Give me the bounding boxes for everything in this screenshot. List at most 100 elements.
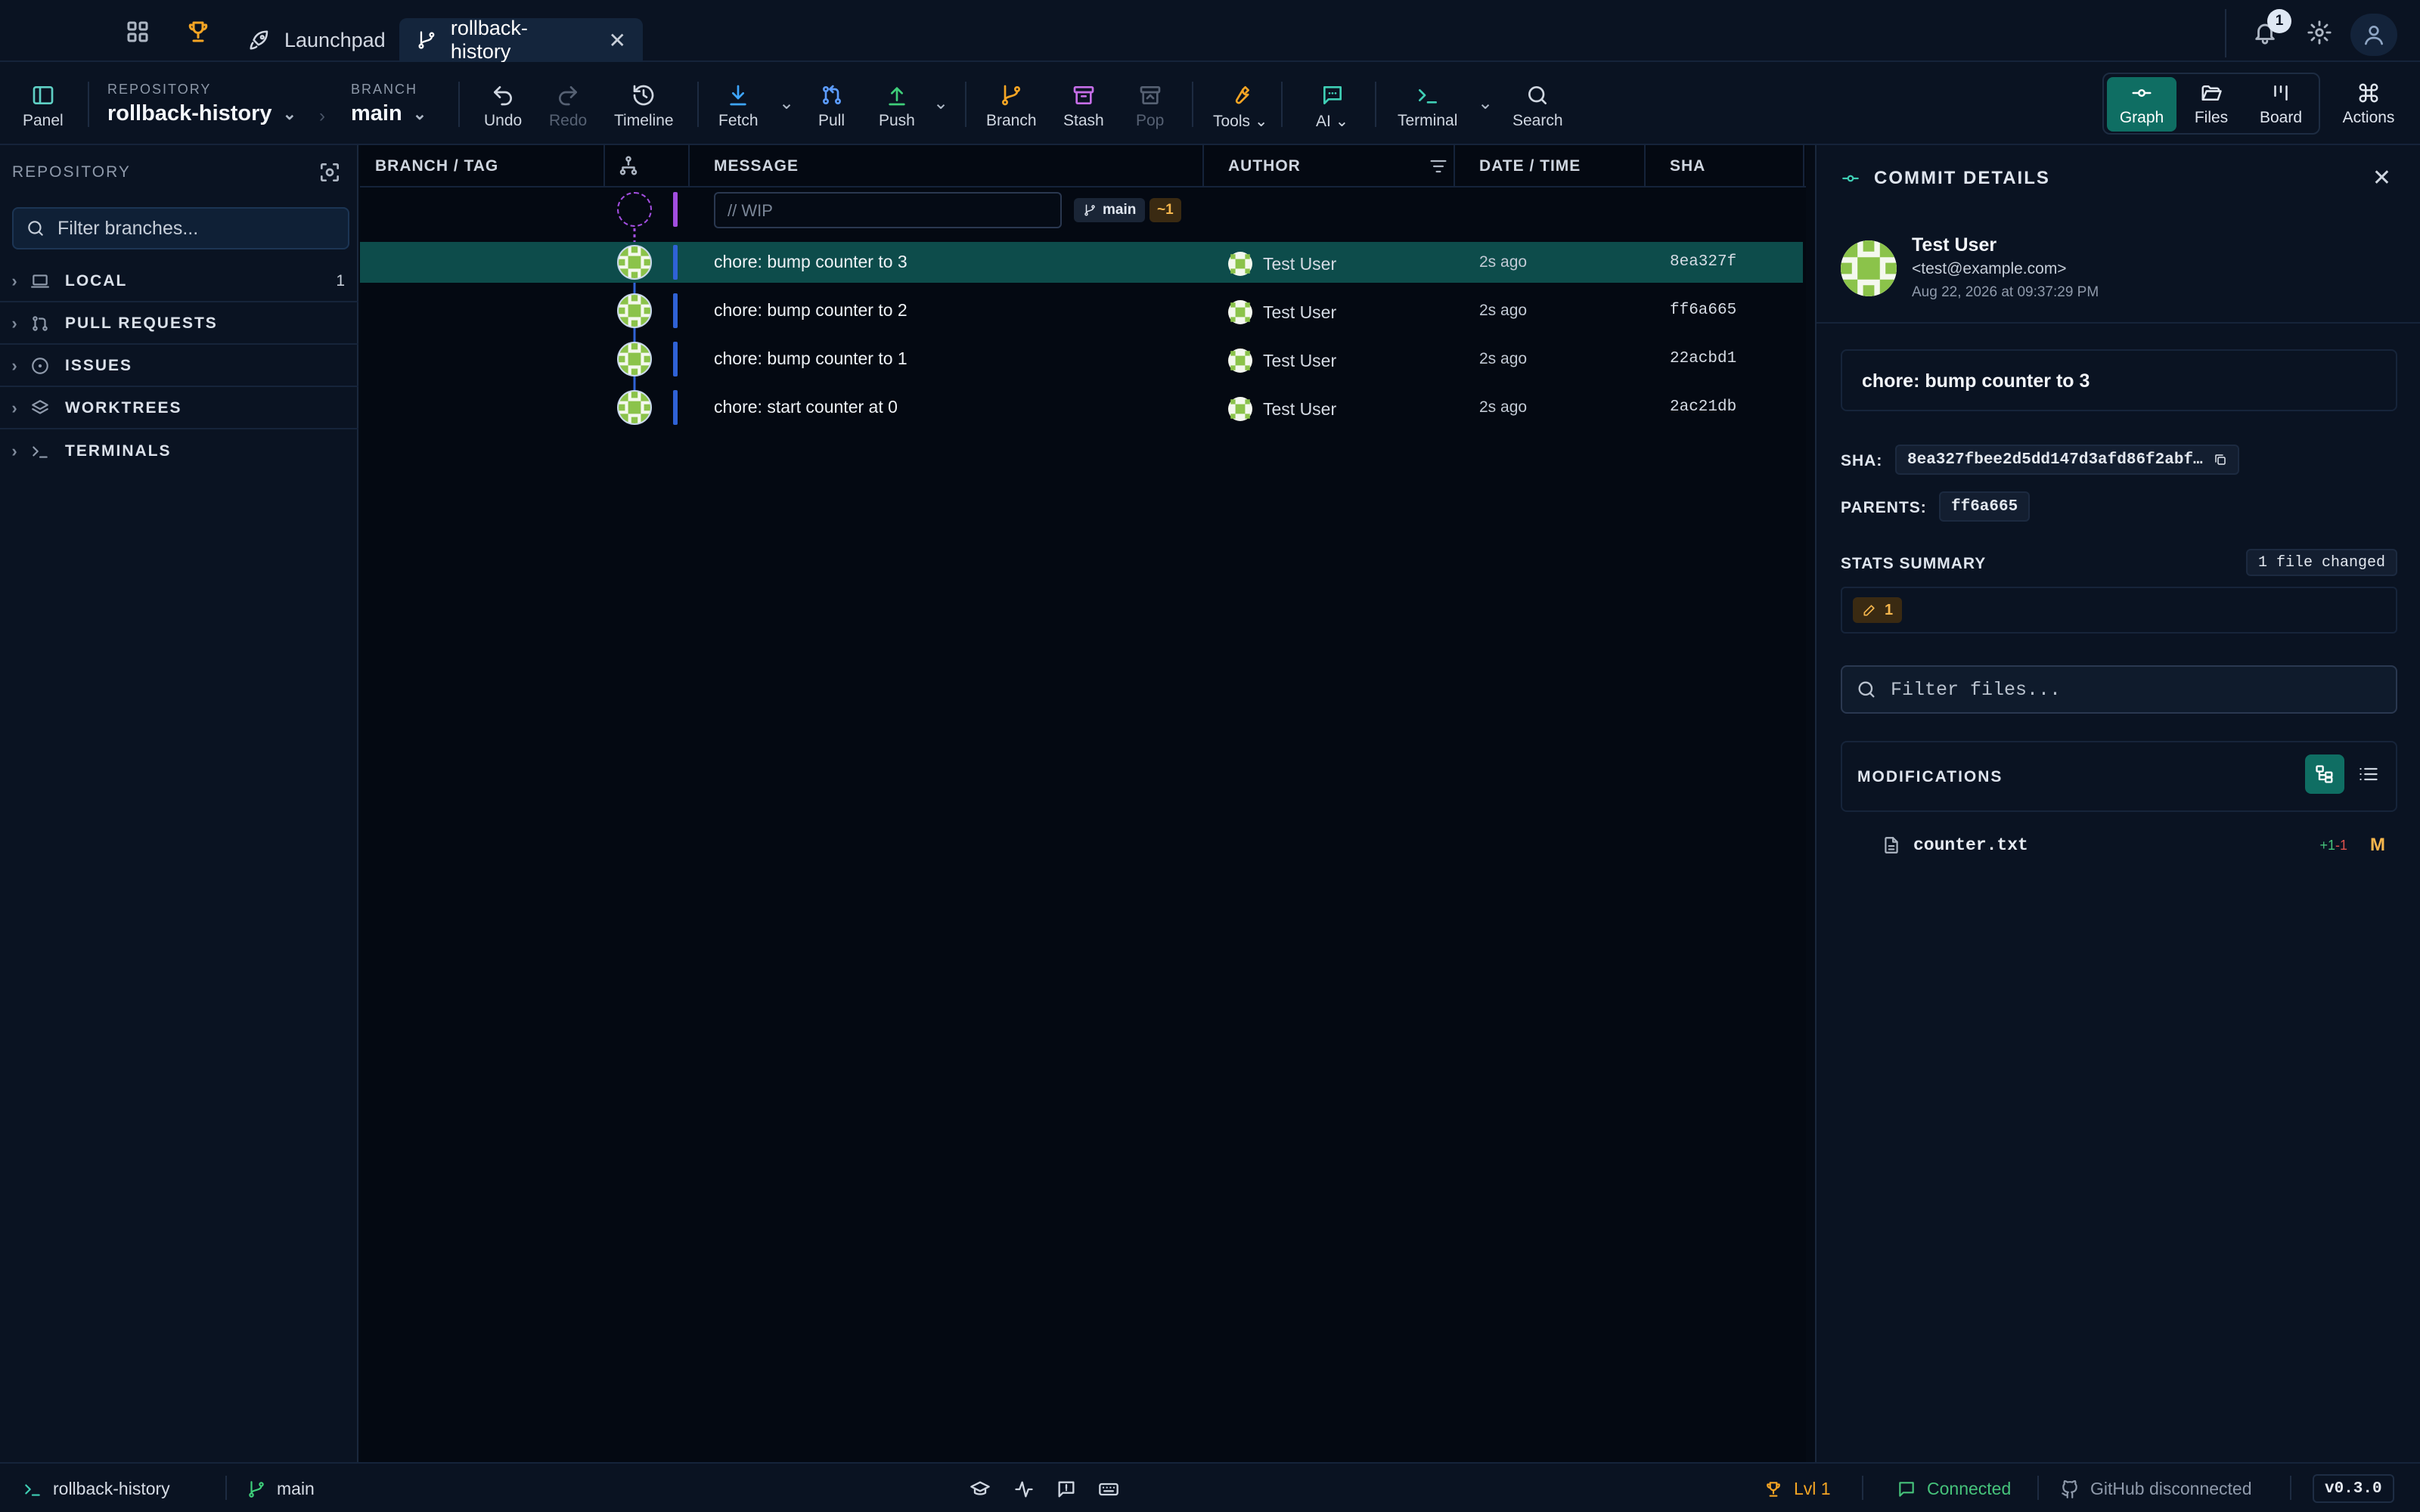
sidebar-section-local[interactable]: › LOCAL 1 bbox=[0, 262, 358, 302]
redo-icon bbox=[559, 86, 578, 106]
commit-message: chore: bump counter to 3 bbox=[714, 252, 908, 271]
status-branch-name: main bbox=[277, 1479, 315, 1498]
pull-button[interactable]: Pull bbox=[818, 83, 845, 130]
section-count: 1 bbox=[336, 272, 345, 290]
connection-status[interactable]: Connected bbox=[1897, 1479, 2011, 1499]
commit-row[interactable]: chore: bump counter to 3 Test User 2s ag… bbox=[360, 242, 1803, 283]
account-button[interactable] bbox=[2350, 14, 2397, 56]
branch-button[interactable]: Branch bbox=[986, 83, 1037, 130]
branch-selector[interactable]: main ⌄ bbox=[351, 101, 427, 126]
download-icon bbox=[730, 85, 746, 106]
trophy-icon[interactable] bbox=[185, 18, 212, 45]
list-view-icon[interactable] bbox=[2349, 754, 2388, 794]
repository-selector[interactable]: rollback-history ⌄ bbox=[107, 101, 296, 126]
graph-label: Graph bbox=[2119, 109, 2164, 126]
notification-badge: 1 bbox=[2267, 9, 2291, 33]
github-status[interactable]: GitHub disconnected bbox=[2060, 1479, 2252, 1499]
commit-graph: BRANCH / TAG MESSAGE AUTHOR DATE / TIME … bbox=[360, 145, 1806, 1462]
undo-label: Undo bbox=[484, 112, 523, 129]
commit-row[interactable]: chore: bump counter to 1 Test User 2s ag… bbox=[360, 339, 1803, 380]
file-text-icon bbox=[1885, 837, 1898, 854]
git-branch-icon bbox=[1002, 85, 1021, 106]
status-bar: rollback-history main Lvl 1 Connected Gi… bbox=[0, 1462, 2420, 1512]
commit-row[interactable]: chore: start counter at 0 Test User 2s a… bbox=[360, 387, 1803, 428]
section-label: PULL REQUESTS bbox=[65, 314, 218, 332]
terminal-button[interactable]: Terminal bbox=[1398, 83, 1457, 130]
sidebar-section-pull-requests[interactable]: › PULL REQUESTS bbox=[0, 304, 358, 345]
undo-button[interactable]: Undo bbox=[484, 83, 522, 130]
ai-button[interactable]: AI ⌄ bbox=[1316, 83, 1348, 131]
actions-label: Actions bbox=[2342, 109, 2395, 126]
parent-sha-chip[interactable]: ff6a665 bbox=[1939, 491, 2031, 522]
commit-row[interactable]: chore: bump counter to 2 Test User 2s ag… bbox=[360, 290, 1803, 331]
sidebar-section-terminals[interactable]: › TERMINALS bbox=[0, 431, 358, 472]
branch-caption: BRANCH bbox=[351, 82, 418, 97]
parents-label: PARENTS: bbox=[1841, 499, 1927, 516]
breadcrumb-chevron-icon: › bbox=[319, 106, 325, 126]
status-branch[interactable]: main bbox=[247, 1479, 315, 1499]
tab-repository[interactable]: rollback-history ✕ bbox=[399, 17, 643, 63]
push-button[interactable]: Push bbox=[879, 83, 915, 130]
stash-label: Stash bbox=[1063, 112, 1104, 129]
board-view-button[interactable]: Board bbox=[2246, 77, 2316, 132]
tree-view-icon[interactable] bbox=[2305, 754, 2344, 794]
feedback-icon[interactable] bbox=[1056, 1479, 1077, 1500]
command-icon bbox=[2359, 83, 2378, 103]
focus-icon[interactable] bbox=[318, 160, 342, 184]
tab-label: rollback-history bbox=[450, 17, 528, 63]
chevron-right-icon: › bbox=[11, 271, 19, 290]
pencil-icon bbox=[1863, 605, 1875, 616]
commit-author: Test User bbox=[1228, 397, 1336, 421]
pop-button[interactable]: Pop bbox=[1136, 83, 1164, 130]
wip-node[interactable] bbox=[617, 192, 652, 227]
filter-branches-input[interactable]: Filter branches... bbox=[12, 207, 349, 249]
repository-name: rollback-history bbox=[107, 101, 272, 125]
close-tab-icon[interactable]: ✕ bbox=[609, 28, 626, 53]
panel-button[interactable]: Panel bbox=[23, 83, 64, 130]
tab-launchpad[interactable]: Launchpad bbox=[231, 18, 402, 62]
status-repository[interactable]: rollback-history bbox=[23, 1479, 170, 1499]
wip-message-input[interactable]: // WIP bbox=[714, 192, 1062, 228]
push-options-chevron-icon[interactable]: ⌄ bbox=[933, 92, 948, 114]
level-indicator[interactable]: Lvl 1 bbox=[1764, 1479, 1831, 1499]
activity-icon[interactable] bbox=[1013, 1479, 1035, 1500]
graduation-cap-icon[interactable] bbox=[970, 1479, 991, 1500]
search-button[interactable]: Search bbox=[1512, 83, 1563, 130]
terminal-options-chevron-icon[interactable]: ⌄ bbox=[1478, 92, 1493, 114]
commit-stripe bbox=[673, 293, 678, 328]
commit-avatar bbox=[617, 342, 652, 376]
commit-message: chore: bump counter to 3 bbox=[1862, 370, 2090, 392]
chevron-down-icon: ⌄ bbox=[412, 104, 427, 123]
fetch-button[interactable]: Fetch bbox=[718, 83, 759, 130]
fetch-options-chevron-icon[interactable]: ⌄ bbox=[779, 92, 794, 114]
actions-button[interactable]: Actions bbox=[2334, 77, 2403, 132]
timeline-button[interactable]: Timeline bbox=[614, 83, 674, 130]
close-icon[interactable]: ✕ bbox=[2372, 165, 2391, 191]
divider bbox=[1862, 1476, 1863, 1500]
file-row[interactable]: counter.txt +1-1 M bbox=[1882, 824, 2396, 866]
kanban-icon bbox=[2274, 85, 2288, 101]
sidebar-section-issues[interactable]: › ISSUES bbox=[0, 346, 358, 387]
copy-icon[interactable] bbox=[2214, 453, 2227, 466]
files-view-button[interactable]: Files bbox=[2176, 77, 2246, 132]
gear-icon[interactable] bbox=[2307, 20, 2334, 47]
sidebar-section-worktrees[interactable]: › WORKTREES bbox=[0, 389, 358, 429]
filter-files-input[interactable]: Filter files... bbox=[1841, 665, 2397, 714]
commit-date: 2s ago bbox=[1479, 253, 1528, 271]
search-icon bbox=[28, 221, 43, 236]
commit-stripe bbox=[673, 245, 678, 280]
commit-details-panel: COMMIT DETAILS ✕ Test User <test@example… bbox=[1815, 145, 2420, 1462]
tools-button[interactable]: Tools ⌄ bbox=[1213, 83, 1267, 131]
grid-icon[interactable] bbox=[124, 18, 151, 45]
terminal-label: Terminal bbox=[1398, 112, 1458, 129]
stash-button[interactable]: Stash bbox=[1063, 83, 1104, 130]
keyboard-icon[interactable] bbox=[1098, 1479, 1119, 1500]
sha-chip[interactable]: 8ea327fbee2d5dd147d3afd86f2abf… bbox=[1895, 445, 2239, 475]
connection-label: Connected bbox=[1927, 1479, 2012, 1498]
additions: +1 bbox=[2319, 837, 2335, 853]
commit-details-header: COMMIT DETAILS bbox=[1841, 168, 2050, 189]
redo-button[interactable]: Redo bbox=[549, 83, 587, 130]
graph-view-button[interactable]: Graph bbox=[2107, 77, 2176, 132]
terminal-icon bbox=[33, 446, 48, 458]
tab-bar: Launchpad rollback-history ✕ 1 bbox=[0, 0, 2420, 63]
